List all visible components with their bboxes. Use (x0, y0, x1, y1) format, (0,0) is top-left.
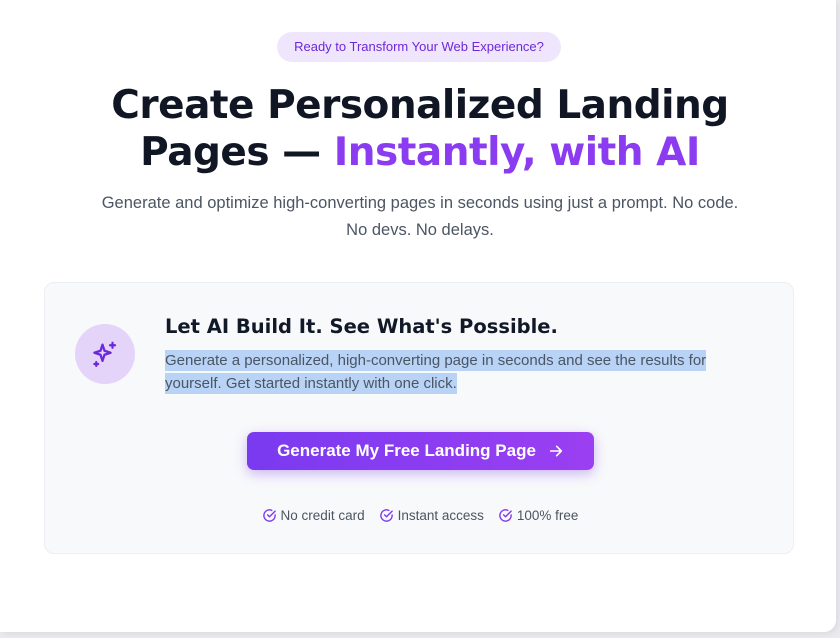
feature-instant-access: Instant access (379, 508, 484, 523)
feature-free: 100% free (498, 508, 579, 523)
page-title-accent: Instantly, with AI (333, 130, 701, 175)
feature-no-credit-card: No credit card (262, 508, 365, 523)
feature-label: Instant access (397, 508, 484, 523)
cta-card: Let AI Build It. See What's Possible. Ge… (44, 282, 794, 554)
card-description-text[interactable]: Generate a personalized, high-converting… (165, 350, 707, 394)
announcement-badge: Ready to Transform Your Web Experience? (277, 32, 561, 62)
generate-landing-page-label: Generate My Free Landing Page (277, 441, 536, 460)
arrow-right-icon (549, 445, 563, 457)
landing-page: Ready to Transform Your Web Experience? … (0, 0, 836, 632)
feature-list: No credit card Instant access 100% free (45, 508, 795, 523)
page-subtitle: Generate and optimize high-converting pa… (101, 194, 739, 239)
check-circle-icon (262, 509, 276, 522)
announcement-badge-text: Ready to Transform Your Web Experience? (294, 39, 544, 54)
check-circle-icon (379, 509, 393, 522)
sparkles-icon (75, 324, 135, 384)
generate-landing-page-button[interactable]: Generate My Free Landing Page (247, 432, 594, 470)
card-description: Generate a personalized, high-converting… (165, 349, 745, 395)
feature-label: No credit card (280, 508, 365, 523)
card-title: Let AI Build It. See What's Possible. (165, 315, 558, 338)
page-title: Create Personalized Landing Pages — Inst… (60, 82, 780, 176)
feature-label: 100% free (516, 508, 579, 523)
check-circle-icon (499, 509, 512, 522)
